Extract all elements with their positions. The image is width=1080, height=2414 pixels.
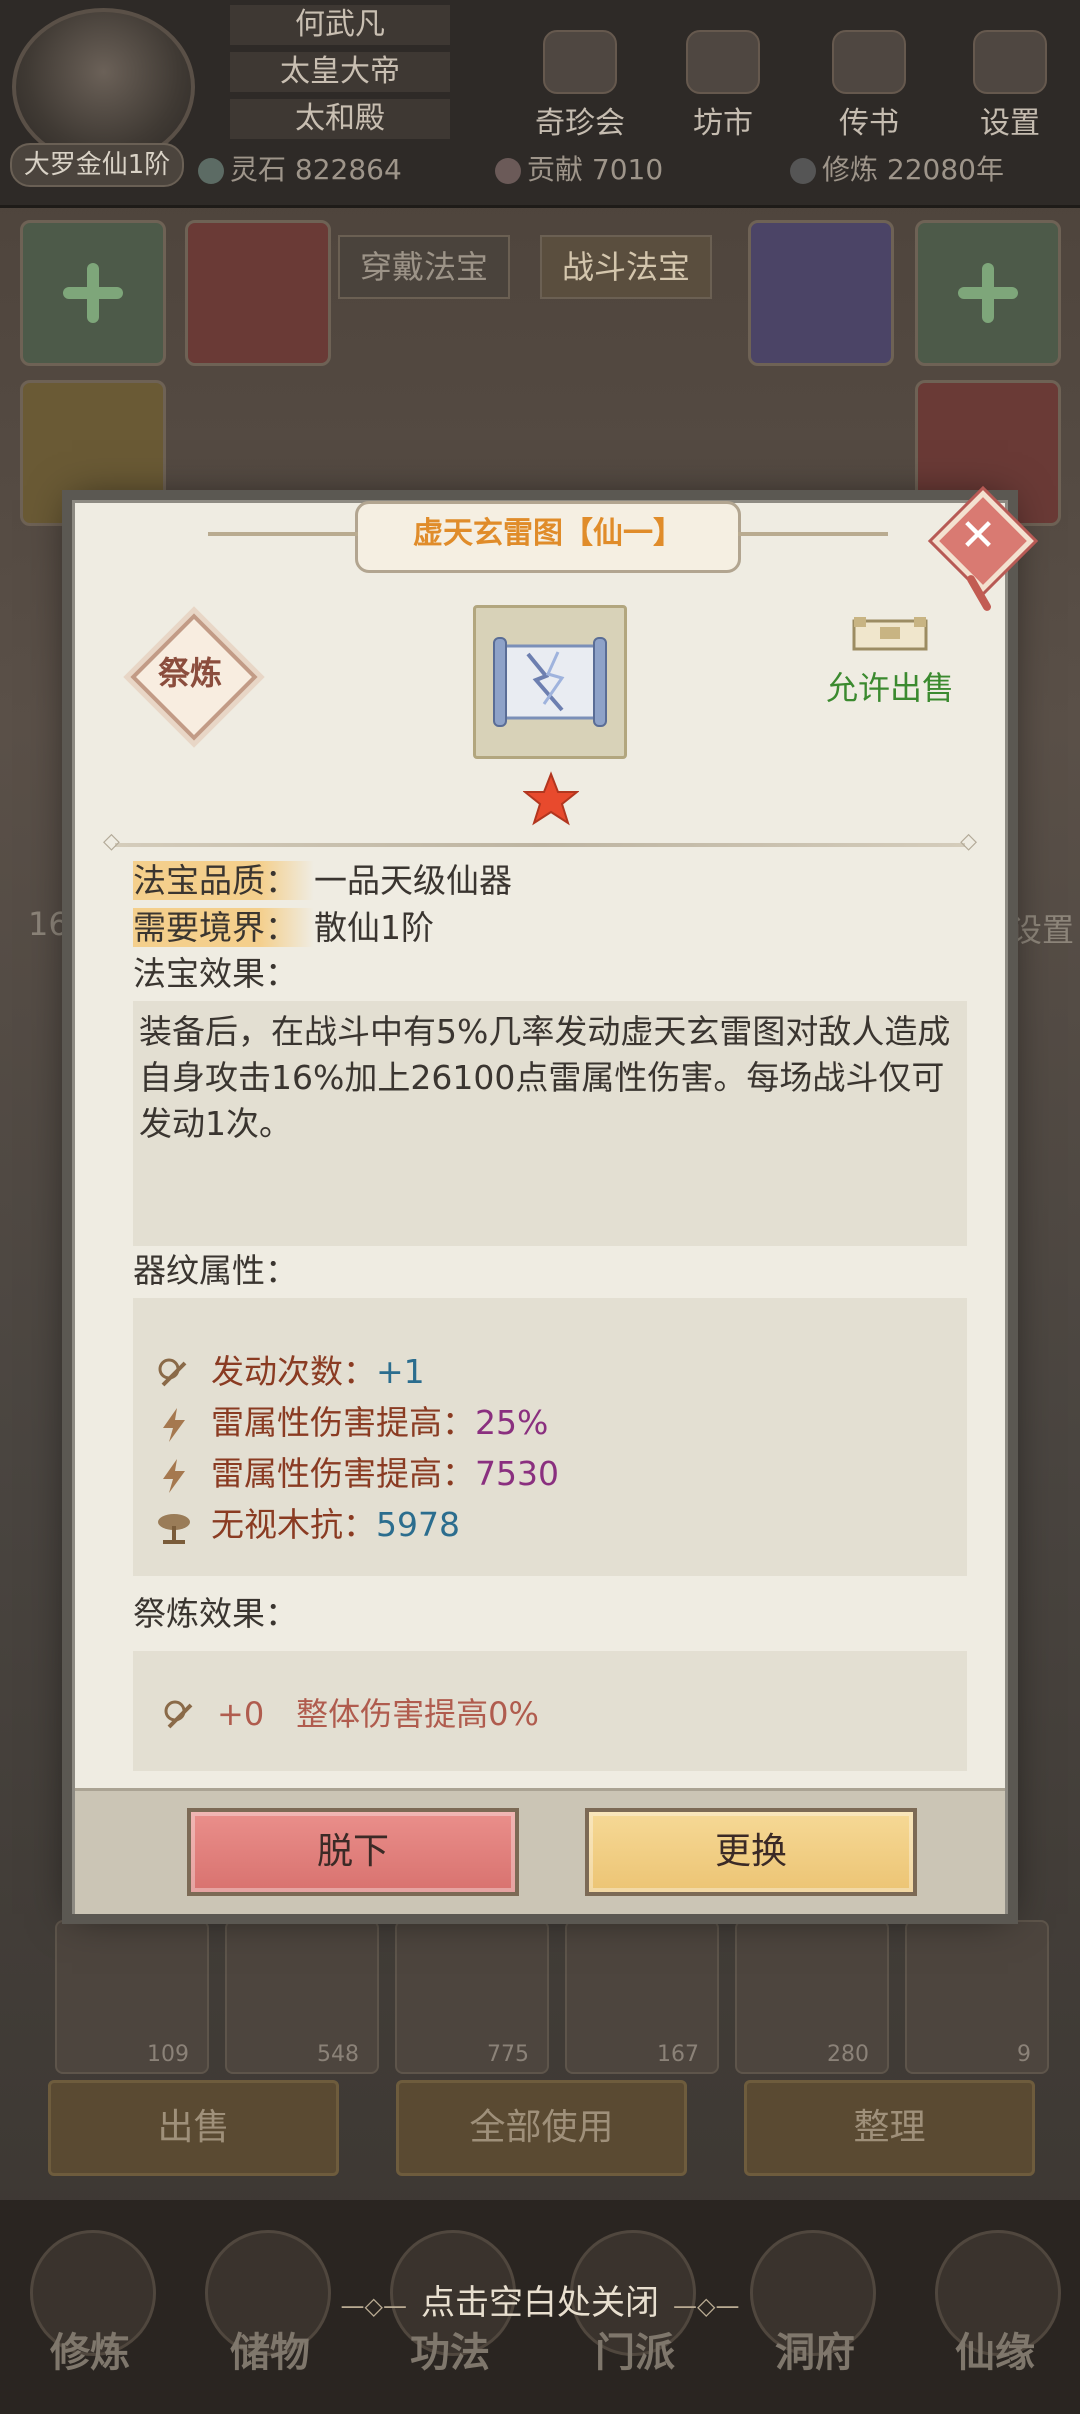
player-title: 太皇大帝: [230, 52, 450, 92]
divider: [103, 829, 977, 854]
spirit-stone-counter: 灵石 822864: [198, 148, 402, 192]
cast-count-icon: [164, 1700, 193, 1729]
empty-slot-right[interactable]: [915, 220, 1061, 366]
nav-cave[interactable]: 洞府: [740, 2320, 890, 2378]
quality-row: 法宝品质： 一品天级仙器: [133, 858, 512, 904]
refine-effect-label: 祭炼效果：: [133, 1594, 298, 1633]
quality-value: 一品天级仙器: [314, 861, 512, 900]
attribute-row: 发动次数：+1: [155, 1348, 425, 1396]
mail-icon: [832, 30, 906, 94]
cultivation-icon: [790, 158, 816, 184]
dialog-title: 虚天玄雷图【仙一】: [413, 516, 683, 551]
realm-label: 需要境界：: [133, 908, 314, 947]
chest-icon: [852, 617, 928, 651]
tab-wear-treasure[interactable]: 穿戴法宝: [338, 235, 511, 299]
market-button[interactable]: 坊市: [668, 30, 778, 142]
player-rank: 大罗金仙1阶: [10, 143, 184, 187]
attribute-row: 雷属性伤害提高：7530: [155, 1450, 559, 1498]
tab-battle-treasure[interactable]: 战斗法宝: [540, 235, 713, 299]
refine-level: +0: [217, 1695, 265, 1733]
cultivation-counter: 修炼 22080年: [790, 148, 1004, 192]
attributes-box: 发动次数：+1 雷属性伤害提高：25% 雷属性伤害提高：7530 无视木抗：59…: [133, 1298, 967, 1576]
sort-button[interactable]: 整理: [744, 2080, 1035, 2176]
attribute-row: 雷属性伤害提高：25%: [155, 1399, 548, 1447]
mail-button[interactable]: 传书: [814, 30, 924, 142]
inventory-cell[interactable]: 109: [55, 1920, 209, 2074]
cast-count-icon: [158, 1358, 187, 1386]
realm-value: 散仙1阶: [314, 908, 434, 947]
sell-button[interactable]: 出售: [48, 2080, 339, 2176]
refine-effect-box: +0 整体伤害提高0%: [133, 1651, 967, 1771]
close-x-glyph: ✕: [959, 510, 997, 561]
market-icon: [686, 30, 760, 94]
nav-storage[interactable]: 储物: [195, 2320, 345, 2378]
empty-slot-left[interactable]: [20, 220, 166, 366]
effect-label: 法宝效果：: [133, 954, 298, 993]
settings-button[interactable]: 设置: [955, 30, 1065, 142]
effect-text: 装备后，在战斗中有5%几率发动虚天玄雷图对敌人造成自身攻击16%加上26100点…: [139, 1012, 951, 1143]
nav-sect[interactable]: 门派: [560, 2320, 710, 2378]
inventory-cell[interactable]: 775: [395, 1920, 549, 2074]
refine-button[interactable]: 祭炼: [130, 613, 258, 741]
refine-effect-row: +0 整体伤害提高0%: [161, 1689, 539, 1735]
treasure-detail-dialog: 虚天玄雷图【仙一】 ✕ 祭炼 允许出售 法宝品质：一品天级仙器: [72, 490, 1034, 1914]
lightning-icon: [163, 1458, 185, 1493]
treasure-icon: [473, 605, 627, 759]
inventory-cell[interactable]: 167: [565, 1920, 719, 2074]
player-name: 何武凡: [230, 5, 450, 45]
close-button[interactable]: ✕: [932, 490, 1034, 592]
side-label: 设置: [1010, 911, 1075, 949]
gear-icon: [973, 30, 1047, 94]
quality-label: 法宝品质：: [133, 861, 314, 900]
refine-effect-text: 整体伤害提高0%: [296, 1695, 539, 1733]
treasure-market-button[interactable]: 奇珍会: [525, 30, 635, 142]
player-palace: 太和殿: [230, 99, 450, 139]
treasure-market-icon: [543, 30, 617, 94]
contribution-counter: 贡献 7010: [495, 148, 663, 192]
inventory-cell[interactable]: 9: [905, 1920, 1049, 2074]
sell-status-text: 允许出售: [825, 669, 954, 707]
spirit-stone-icon: [198, 158, 224, 184]
inventory-cell[interactable]: 280: [735, 1920, 889, 2074]
contribution-icon: [495, 158, 521, 184]
ornament-right-icon: —◇—: [673, 2292, 740, 2320]
use-all-button[interactable]: 全部使用: [396, 2080, 687, 2176]
realm-row: 需要境界： 散仙1阶: [133, 905, 434, 951]
sell-status: 允许出售: [815, 613, 965, 709]
side-number: 16: [28, 905, 69, 943]
equipped-slot-2[interactable]: [748, 220, 894, 366]
plus-icon: [958, 263, 1018, 323]
inventory-cell[interactable]: 548: [225, 1920, 379, 2074]
replace-button[interactable]: 更换: [585, 1808, 917, 1896]
effect-box: 装备后，在战斗中有5%几率发动虚天玄雷图对敌人造成自身攻击16%加上26100点…: [133, 1001, 967, 1246]
unequip-button[interactable]: 脱下: [187, 1808, 519, 1896]
nav-skills[interactable]: 功法: [375, 2320, 525, 2378]
scroll-icon: [493, 637, 607, 727]
ornament-left-icon: —◇—: [340, 2292, 407, 2320]
lightning-icon: [163, 1407, 185, 1442]
nav-fate[interactable]: 仙缘: [920, 2320, 1070, 2378]
attributes-label: 器纹属性：: [133, 1251, 298, 1290]
dialog-title-plate: 虚天玄雷图【仙一】: [208, 501, 888, 573]
star-icon: [523, 771, 579, 826]
close-hint[interactable]: —◇— 点击空白处关闭 —◇—: [0, 2275, 1080, 2324]
equipped-slot-1[interactable]: [185, 220, 331, 366]
plus-icon: [63, 263, 123, 323]
nav-cultivate[interactable]: 修炼: [15, 2320, 165, 2378]
attribute-row: 无视木抗：5978: [155, 1501, 460, 1549]
top-bar: 大罗金仙1阶 何武凡 太皇大帝 太和殿 奇珍会 坊市 传书 设置 灵石 8228…: [0, 0, 1080, 208]
tree-icon: [158, 1513, 190, 1544]
